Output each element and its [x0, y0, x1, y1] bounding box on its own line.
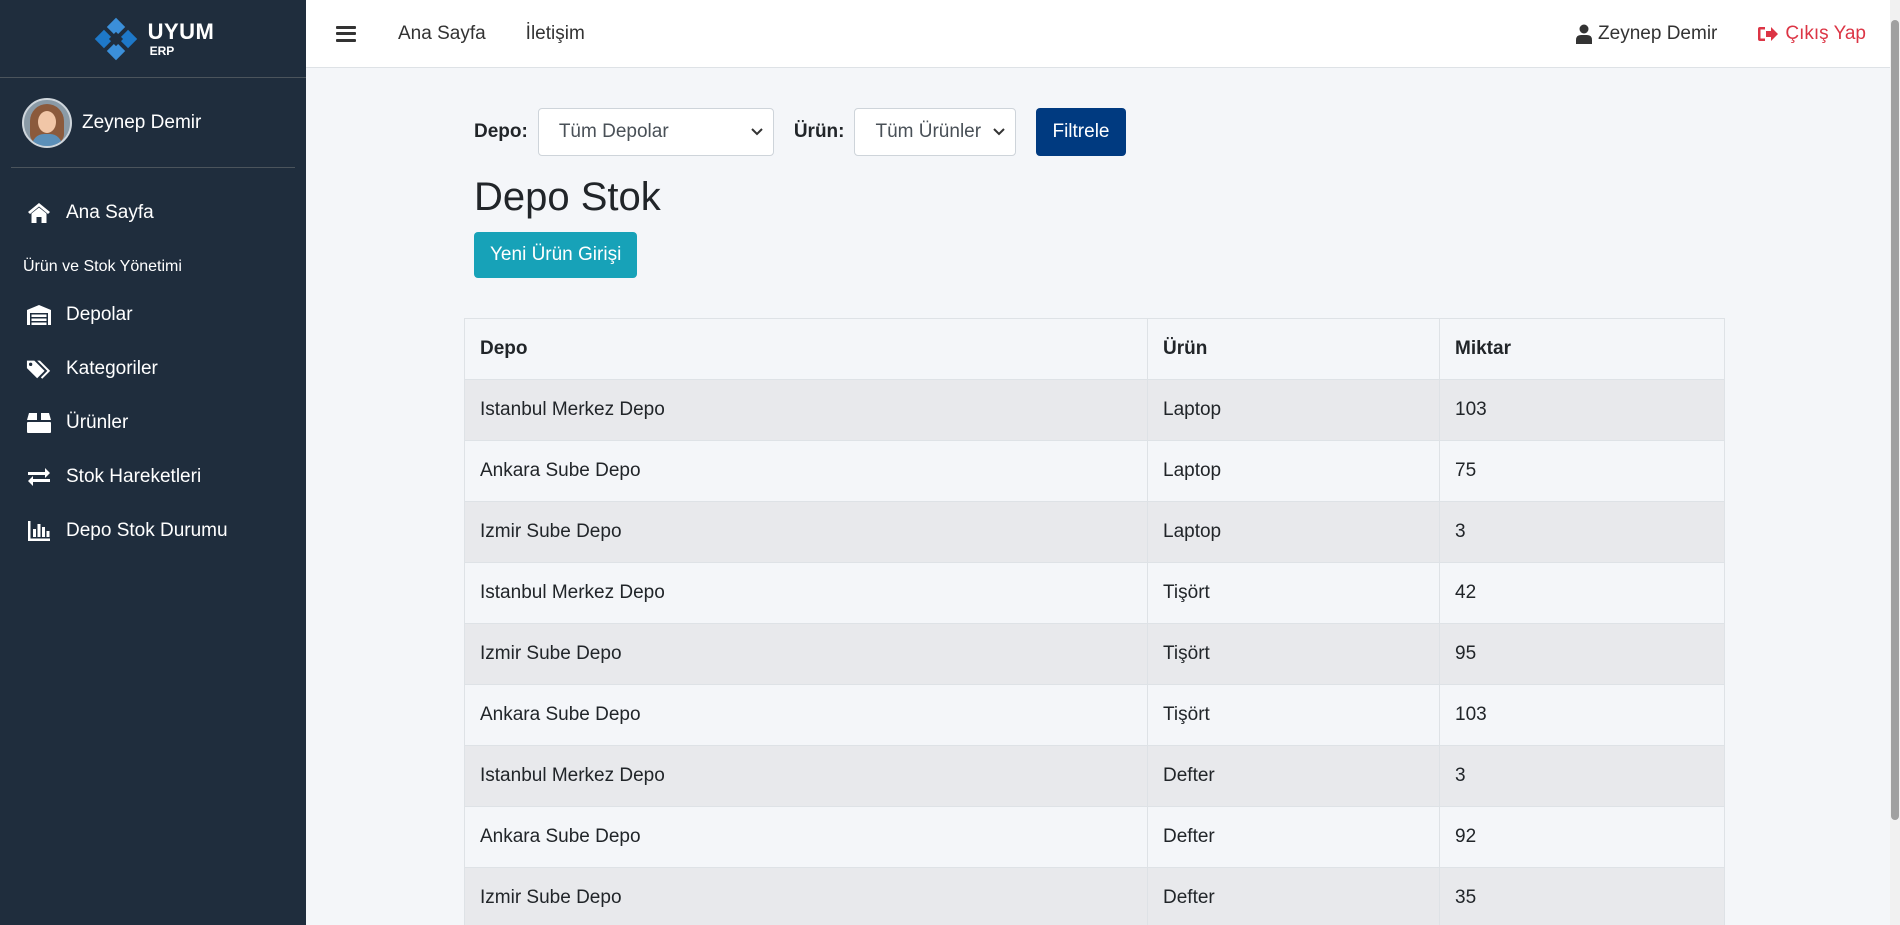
brand-sub: ERP	[149, 43, 175, 58]
cell-depo: Izmir Sube Depo	[464, 501, 1148, 563]
product-select[interactable]: Tüm Ürünler	[854, 108, 1017, 156]
cell-depo: Istanbul Merkez Depo	[464, 745, 1148, 807]
cell-depo: Ankara Sube Depo	[464, 440, 1148, 502]
cell-miktar: 95	[1439, 623, 1725, 685]
brand-name: UYUM	[147, 18, 215, 44]
topbar-user-link[interactable]: Zeynep Demir	[1576, 23, 1717, 45]
table-row: Istanbul Merkez Depo Defter 3	[464, 745, 1725, 807]
warehouse-icon	[26, 302, 52, 328]
top-navbar: Ana Sayfa İletişim Zeynep Demir Çıkış Ya…	[306, 0, 1890, 68]
sidebar-user-name[interactable]: Zeynep Demir	[82, 112, 201, 134]
cell-urun: Tişört	[1147, 684, 1440, 746]
sign-out-icon	[1758, 27, 1779, 41]
sidebar-item-label: Depolar	[66, 304, 133, 325]
new-product-entry-button[interactable]: Yeni Ürün Girişi	[474, 232, 638, 278]
sidebar-item-stok-hareketleri[interactable]: Stok Hareketleri	[0, 450, 306, 504]
cell-urun: Laptop	[1147, 379, 1440, 441]
tags-icon	[26, 356, 52, 382]
sidebar-item-home[interactable]: Ana Sayfa	[0, 186, 306, 240]
column-header-urun: Ürün	[1147, 318, 1440, 380]
topnav-contact-link[interactable]: İletişim	[526, 23, 585, 45]
cell-depo: Istanbul Merkez Depo	[464, 562, 1148, 624]
topbar-right: Zeynep Demir Çıkış Yap	[1576, 0, 1866, 68]
cell-urun: Tişört	[1147, 562, 1440, 624]
table-row: Ankara Sube Depo Defter 92	[464, 806, 1725, 868]
page-scrollbar[interactable]	[1890, 0, 1900, 925]
logout-button[interactable]: Çıkış Yap	[1757, 23, 1866, 45]
avatar	[22, 97, 72, 148]
column-header-miktar: Miktar	[1439, 318, 1725, 380]
sidebar: UYUM ERP Zeynep Demir Ana Sayfa Ürün ve …	[0, 0, 306, 925]
home-icon	[26, 200, 52, 226]
cell-urun: Tişört	[1147, 623, 1440, 685]
sidebar-item-depo-stok-durumu[interactable]: Depo Stok Durumu	[0, 504, 306, 558]
filter-button[interactable]: Filtrele	[1036, 108, 1126, 156]
sidebar-item-label: Ürünler	[66, 412, 129, 433]
product-filter-label: Ürün:	[793, 121, 845, 142]
logout-label: Çıkış Yap	[1785, 23, 1866, 44]
uyum-logo-icon	[94, 17, 137, 60]
chart-bar-icon	[26, 518, 52, 544]
depot-select[interactable]: Tüm Depolar	[537, 108, 774, 156]
topbar-user-name: Zeynep Demir	[1598, 23, 1718, 44]
cell-miktar: 103	[1439, 379, 1725, 441]
brand-logo[interactable]: UYUM ERP	[0, 0, 306, 78]
sidebar-item-urunler[interactable]: Ürünler	[0, 396, 306, 450]
table-row: Ankara Sube Depo Laptop 75	[464, 440, 1725, 502]
exchange-icon	[26, 464, 52, 490]
cell-urun: Defter	[1147, 867, 1440, 925]
sidebar-item-kategoriler[interactable]: Kategoriler	[0, 342, 306, 396]
table-row: Istanbul Merkez Depo Tişört 42	[464, 562, 1725, 624]
table-header-row: Depo Ürün Miktar	[464, 318, 1725, 380]
cell-urun: Defter	[1147, 806, 1440, 868]
sidebar-item-label: Kategoriler	[66, 358, 158, 379]
sidebar-item-label: Depo Stok Durumu	[66, 520, 228, 541]
cell-miktar: 103	[1439, 684, 1725, 746]
user-panel[interactable]: Zeynep Demir	[11, 78, 295, 168]
cell-depo: Izmir Sube Depo	[464, 867, 1148, 925]
sidebar-item-label: Ana Sayfa	[66, 202, 154, 223]
cell-miktar: 3	[1439, 745, 1725, 807]
topnav-home-link[interactable]: Ana Sayfa	[398, 23, 486, 45]
sidebar-nav: Ana Sayfa Ürün ve Stok Yönetimi Depolar …	[0, 168, 306, 558]
table-row: Izmir Sube Depo Defter 35	[464, 867, 1725, 925]
cell-urun: Laptop	[1147, 501, 1440, 563]
scrollbar-thumb[interactable]	[1891, 20, 1899, 820]
chevron-down-icon	[751, 128, 763, 136]
stock-table: Depo Ürün Miktar Istanbul Merkez Depo Lap…	[464, 318, 1725, 925]
cell-miktar: 92	[1439, 806, 1725, 868]
table-row: Ankara Sube Depo Tişört 103	[464, 684, 1725, 746]
cell-urun: Laptop	[1147, 440, 1440, 502]
cell-miktar: 35	[1439, 867, 1725, 925]
cell-miktar: 3	[1439, 501, 1725, 563]
cell-urun: Defter	[1147, 745, 1440, 807]
main-content: Depo: Tüm Depolar Ürün: Tüm Ürünler Filt…	[306, 68, 1890, 925]
depot-filter-label: Depo:	[474, 121, 528, 142]
sidebar-item-label: Stok Hareketleri	[66, 466, 202, 487]
cell-miktar: 75	[1439, 440, 1725, 502]
page-title: Depo Stok	[474, 175, 661, 219]
cell-depo: Izmir Sube Depo	[464, 623, 1148, 685]
chevron-down-icon	[993, 128, 1006, 136]
sidebar-section-header: Ürün ve Stok Yönetimi	[23, 258, 182, 275]
depot-select-value: Tüm Depolar	[558, 121, 669, 142]
brand-text: UYUM ERP	[147, 18, 215, 58]
user-icon	[1576, 24, 1593, 44]
menu-toggle-icon[interactable]	[336, 25, 356, 42]
cell-miktar: 42	[1439, 562, 1725, 624]
cell-depo: Ankara Sube Depo	[464, 806, 1148, 868]
table-row: Izmir Sube Depo Tişört 95	[464, 623, 1725, 685]
table-row: Izmir Sube Depo Laptop 3	[464, 501, 1725, 563]
filter-form: Depo: Tüm Depolar Ürün: Tüm Ürünler Filt…	[474, 108, 1126, 156]
cell-depo: Istanbul Merkez Depo	[464, 379, 1148, 441]
sidebar-item-depolar[interactable]: Depolar	[0, 288, 306, 342]
table-row: Istanbul Merkez Depo Laptop 103	[464, 379, 1725, 441]
box-icon	[26, 410, 52, 436]
cell-depo: Ankara Sube Depo	[464, 684, 1148, 746]
column-header-depo: Depo	[464, 318, 1148, 380]
product-select-value: Tüm Ürünler	[875, 121, 982, 142]
